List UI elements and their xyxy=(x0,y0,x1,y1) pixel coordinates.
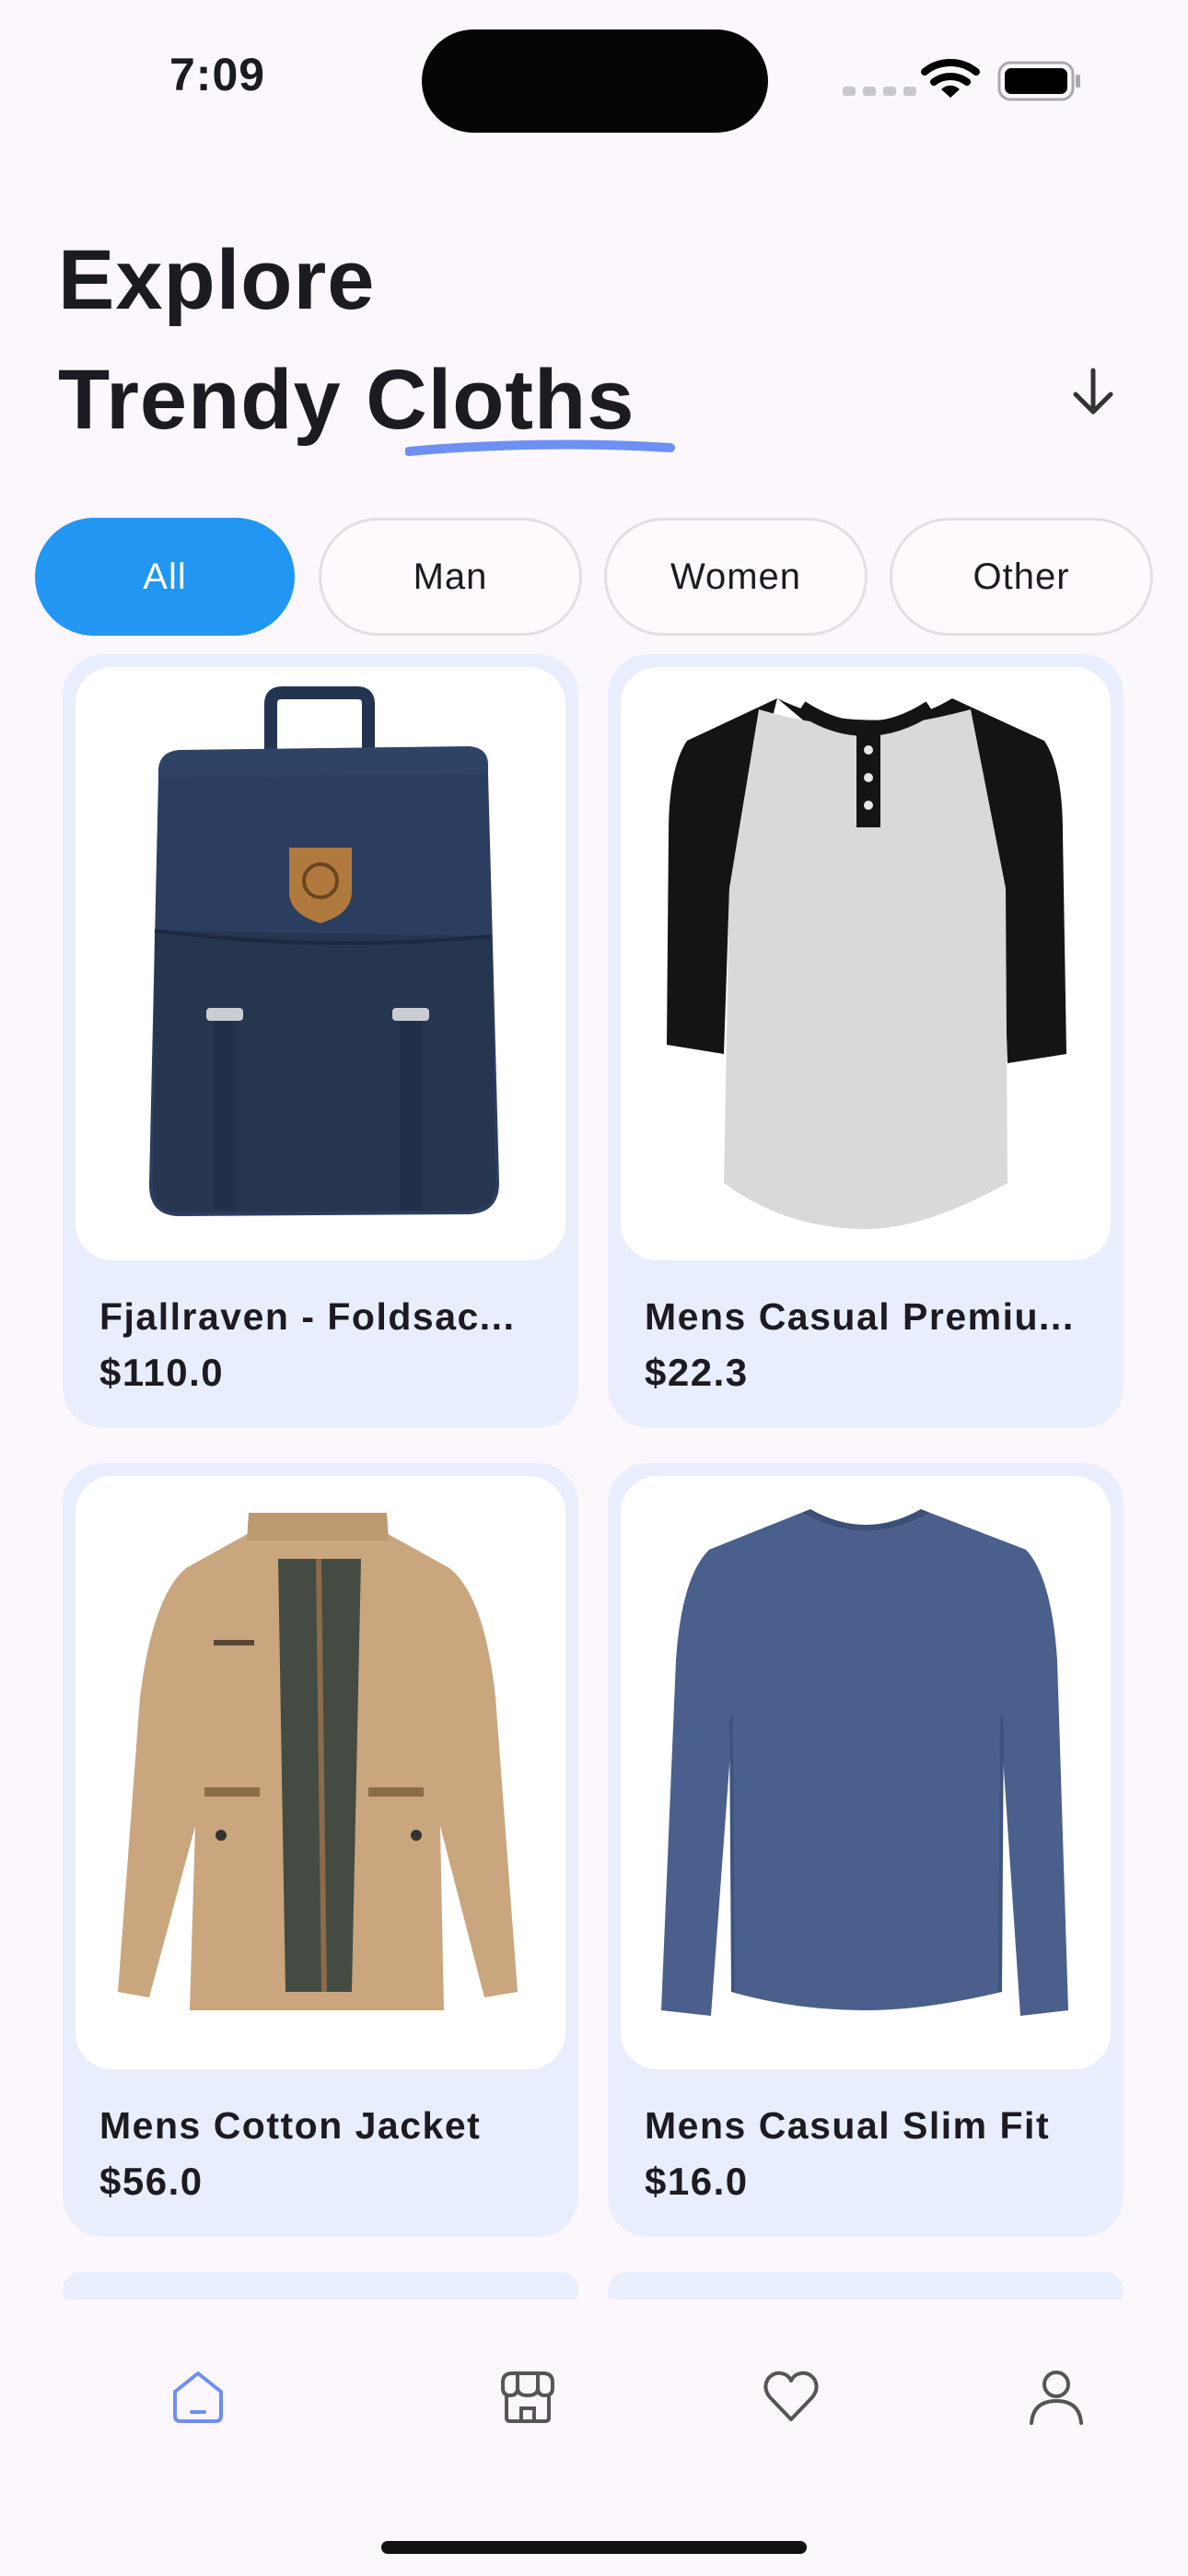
product-name: Mens Cotton Jacket xyxy=(99,2104,482,2147)
filter-chip-man[interactable]: Man xyxy=(319,518,582,636)
product-price: $56.0 xyxy=(99,2160,204,2203)
product-image-henley-shirt xyxy=(621,667,1111,1260)
product-card[interactable]: Fjallraven - Foldsac... $110.0 xyxy=(63,654,578,1428)
battery-icon xyxy=(997,61,1080,101)
product-card[interactable]: Mens Casual Premiu... $22.3 xyxy=(608,654,1124,1428)
product-price: $110.0 xyxy=(99,1351,225,1394)
store-icon[interactable] xyxy=(495,2364,560,2429)
arrow-down-icon[interactable] xyxy=(1066,365,1120,418)
product-price: $16.0 xyxy=(645,2160,749,2203)
product-name: Mens Casual Premiu... xyxy=(645,1295,1075,1338)
product-card[interactable]: Mens Casual Slim Fit $16.0 xyxy=(608,1463,1124,2237)
bottom-nav-bar xyxy=(0,2300,1188,2576)
profile-icon[interactable] xyxy=(1024,2364,1089,2429)
filter-chip-women[interactable]: Women xyxy=(604,518,868,636)
filter-chip-other[interactable]: Other xyxy=(890,518,1153,636)
filter-chip-all[interactable]: All xyxy=(35,518,295,636)
product-image-longsleeve-shirt xyxy=(621,1476,1111,2069)
product-price: $22.3 xyxy=(645,1351,749,1394)
status-time: 7:09 xyxy=(169,49,266,100)
wifi-icon xyxy=(921,59,980,98)
cellular-signal-icon xyxy=(843,87,916,96)
product-image-cotton-jacket xyxy=(76,1476,565,2069)
product-image-backpack xyxy=(76,667,565,1260)
page-title-line2: Trendy Cloths xyxy=(58,353,635,447)
home-icon[interactable] xyxy=(166,2364,230,2429)
page-title-line1: Explore xyxy=(58,233,376,327)
product-card[interactable]: Mens Cotton Jacket $56.0 xyxy=(63,1463,578,2237)
home-indicator xyxy=(381,2541,807,2554)
dynamic-island xyxy=(422,29,768,133)
product-name: Fjallraven - Foldsac... xyxy=(99,1295,516,1338)
title-underline-decoration xyxy=(405,439,675,456)
product-name: Mens Casual Slim Fit xyxy=(645,2104,1051,2147)
heart-icon[interactable] xyxy=(759,2364,823,2429)
